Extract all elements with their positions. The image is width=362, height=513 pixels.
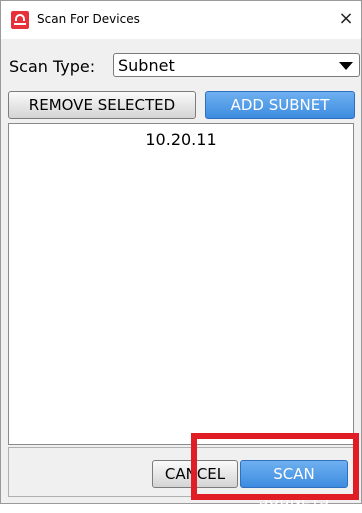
scan-type-selected-value: Subnet (118, 56, 175, 75)
close-icon[interactable]: × (337, 9, 355, 29)
scan-type-select[interactable]: Subnet (113, 53, 360, 77)
scan-subnets-button[interactable]: SCAN SUBNETS (240, 460, 348, 509)
app-logo-icon (11, 11, 29, 29)
scan-for-devices-window: Scan For Devices × Scan Type: Subnet REM… (0, 0, 362, 509)
bottom-button-bar: CANCEL SCAN SUBNETS (8, 447, 354, 509)
window-title: Scan For Devices (37, 12, 140, 26)
title-bar: Scan For Devices × (1, 1, 361, 39)
dialog-content: Scan Type: Subnet REMOVE SELECTED ADD SU… (1, 39, 361, 509)
scan-type-row: Scan Type: Subnet (9, 53, 360, 79)
chevron-down-icon[interactable] (339, 62, 353, 70)
subnet-list[interactable]: 10.20.11 (8, 123, 354, 445)
remove-selected-button[interactable]: REMOVE SELECTED (8, 91, 196, 119)
list-item[interactable]: 10.20.11 (9, 130, 353, 149)
add-subnet-button[interactable]: ADD SUBNET (205, 91, 355, 119)
scan-type-label: Scan Type: (9, 57, 96, 76)
cancel-button[interactable]: CANCEL (152, 460, 238, 488)
